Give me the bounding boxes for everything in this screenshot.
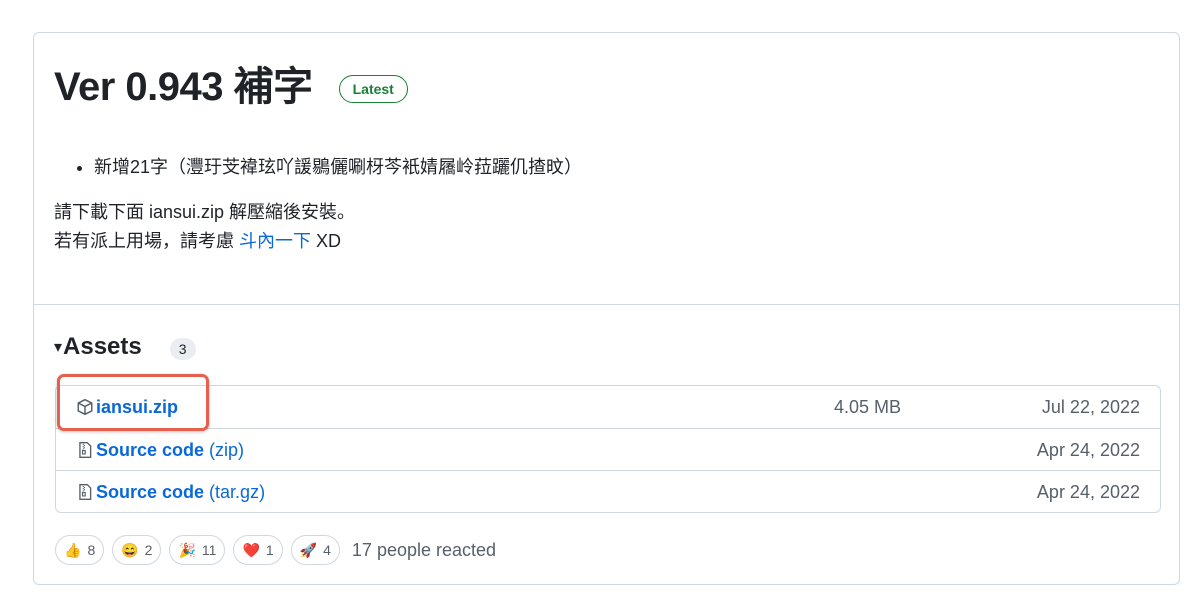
triangle-down-icon: ▾ xyxy=(54,339,63,356)
notes-bullet: 新增21字（灃玗芠褘玹吖諼鶍儷唰枒芩衹婧屩岭菈躧仉揸旼） xyxy=(94,153,582,182)
reaction-hooray[interactable]: 🎉 11 xyxy=(169,535,226,565)
rocket-icon: 🚀 xyxy=(299,541,318,558)
latest-badge: Latest xyxy=(338,75,408,103)
asset-date: Apr 24, 2022 xyxy=(1036,440,1140,460)
reaction-heart[interactable]: ❤️ 1 xyxy=(233,535,283,565)
reaction-count: 2 xyxy=(144,542,153,558)
asset-name: Source code xyxy=(96,439,205,460)
hooray-icon: 🎉 xyxy=(178,541,196,558)
notes-list: 新增21字（灃玗芠褘玹吖諼鶍儷唰枒芩衹婧屩岭菈躧仉揸旼） xyxy=(54,153,582,182)
asset-link-source-zip[interactable]: Source code (zip) xyxy=(76,429,244,471)
asset-format: (zip) xyxy=(209,439,245,460)
release-notes: 新增21字（灃玗芠褘玹吖諼鶍儷唰枒芩衹婧屩岭菈躧仉揸旼） 請下載下面 iansu… xyxy=(54,153,582,256)
release-header: Ver 0.943 補字 Latest xyxy=(54,61,408,113)
donate-link[interactable]: 斗內一下 xyxy=(239,231,311,251)
asset-row: Source code (tar.gz) Apr 24, 2022 xyxy=(56,470,1160,512)
reaction-laugh[interactable]: 😄 2 xyxy=(112,535,162,565)
asset-format: (tar.gz) xyxy=(209,481,266,502)
file-zip-icon xyxy=(79,442,92,458)
assets-count: 3 xyxy=(169,338,196,360)
asset-link-source-tar-gz[interactable]: Source code (tar.gz) xyxy=(76,471,265,513)
package-icon xyxy=(77,398,93,416)
release-title[interactable]: Ver 0.943 補字 xyxy=(54,61,313,113)
divider xyxy=(34,304,1179,305)
notes-line-2-suffix: XD xyxy=(311,231,342,251)
assets-toggle[interactable]: ▾ Assets 3 xyxy=(54,333,196,361)
asset-size: 4.05 MB xyxy=(834,397,902,417)
reaction-thumbs-up[interactable]: 👍 8 xyxy=(55,535,105,565)
asset-date: Apr 24, 2022 xyxy=(1036,482,1140,502)
assets-title: Assets xyxy=(63,333,142,360)
assets-list: iansui.zip 4.05 MB Jul 22, 2022 Source c… xyxy=(55,385,1161,513)
laugh-icon: 😄 xyxy=(121,541,139,558)
release-card: Ver 0.943 補字 Latest 新增21字（灃玗芠褘玹吖諼鶍儷唰枒芩衹婧… xyxy=(33,32,1180,585)
file-zip-icon xyxy=(79,484,92,500)
asset-name: iansui.zip xyxy=(96,396,179,417)
asset-row: Source code (zip) Apr 24, 2022 xyxy=(56,428,1160,470)
reaction-count: 11 xyxy=(201,542,217,558)
notes-line-2-prefix: 若有派上用場，請考慮 xyxy=(54,231,239,251)
asset-date: Jul 22, 2022 xyxy=(1041,397,1140,417)
reaction-count: 1 xyxy=(265,542,274,558)
notes-line-1: 請下載下面 iansui.zip 解壓縮後安裝。 xyxy=(54,202,356,222)
asset-name: Source code xyxy=(96,481,205,502)
notes-line-2: 若有派上用場，請考慮 斗內一下 XD xyxy=(54,227,582,256)
asset-link-iansui-zip[interactable]: iansui.zip xyxy=(76,386,178,428)
asset-row: iansui.zip 4.05 MB Jul 22, 2022 xyxy=(56,386,1160,428)
reaction-count: 4 xyxy=(323,542,331,558)
heart-icon: ❤️ xyxy=(242,541,260,558)
reaction-count: 8 xyxy=(87,542,96,558)
reactions-bar: 👍 8 😄 2 🎉 11 ❤️ 1 🚀 4 17 people reacted xyxy=(55,535,496,565)
thumbs-up-icon: 👍 xyxy=(64,541,82,558)
reaction-rocket[interactable]: 🚀 4 xyxy=(290,535,340,565)
reactions-summary[interactable]: 17 people reacted xyxy=(352,540,496,561)
